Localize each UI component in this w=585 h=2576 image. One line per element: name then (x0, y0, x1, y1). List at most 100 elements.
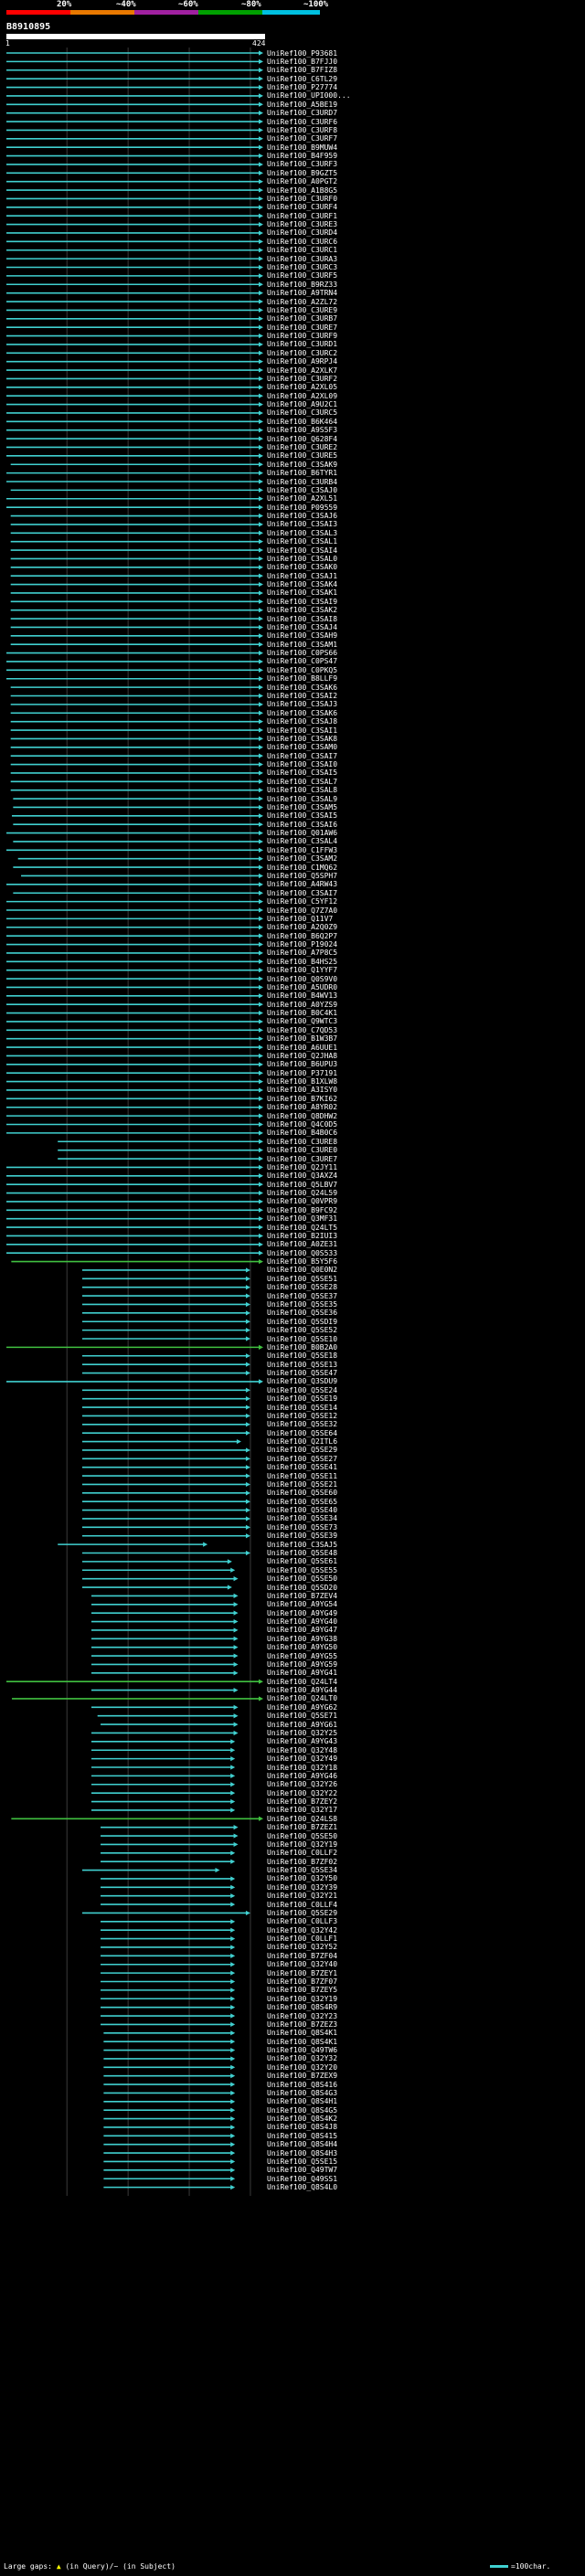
hit-accession-link[interactable]: UniRef100_Q5SPH7 (267, 872, 337, 880)
hit-accession-link[interactable]: UniRef100_Q32Y40 (267, 1960, 337, 1968)
hit-accession-link[interactable]: UniRef100_A9YG62 (267, 1703, 337, 1712)
hit-accession-link[interactable]: UniRef100_B7ZEZ3 (267, 2020, 337, 2029)
hit-accession-link[interactable]: UniRef100_A9YG50 (267, 1643, 337, 1651)
hit-accession-link[interactable]: UniRef100_Q32Y19 (267, 1995, 337, 2003)
hit-accession-link[interactable]: UniRef100_C3SAM5 (267, 803, 337, 811)
hit-accession-link[interactable]: UniRef100_Q01AW6 (267, 829, 337, 837)
hit-accession-link[interactable]: UniRef100_Q5SE14 (267, 1404, 337, 1412)
hit-accession-link[interactable]: UniRef100_C3URF3 (267, 160, 337, 168)
hit-accession-link[interactable]: UniRef100_B4F959 (267, 152, 337, 160)
hit-accession-link[interactable]: UniRef100_C3SAL9 (267, 795, 337, 803)
hit-accession-link[interactable]: UniRef100_C3URF7 (267, 134, 337, 143)
hit-accession-link[interactable]: UniRef100_A9YG44 (267, 1686, 337, 1694)
hit-accession-link[interactable]: UniRef100_Q5SE71 (267, 1712, 337, 1720)
hit-accession-link[interactable]: UniRef100_Q3MF31 (267, 1214, 337, 1223)
hit-accession-link[interactable]: UniRef100_Q5SE24 (267, 1386, 337, 1394)
hit-accession-link[interactable]: UniRef100_P37191 (267, 1069, 337, 1077)
hit-accession-link[interactable]: UniRef100_C3URF1 (267, 212, 337, 220)
hit-accession-link[interactable]: UniRef100_C3SAJ4 (267, 623, 337, 631)
hit-accession-link[interactable]: UniRef100_A4RW43 (267, 880, 337, 888)
hit-accession-link[interactable]: UniRef100_C0LLF2 (267, 1849, 337, 1857)
hit-accession-link[interactable]: UniRef100_C3SAI1 (267, 726, 337, 735)
hit-accession-link[interactable]: UniRef100_Q5SE21 (267, 1480, 337, 1489)
hit-accession-link[interactable]: UniRef100_Q5SE34 (267, 1514, 337, 1522)
hit-accession-link[interactable]: UniRef100_C3SAK0 (267, 563, 337, 571)
hit-accession-link[interactable]: UniRef100_Q8S415 (267, 2132, 337, 2140)
hit-accession-link[interactable]: UniRef100_Q49SS1 (267, 2175, 337, 2183)
hit-accession-link[interactable]: UniRef100_C0PKQ5 (267, 666, 337, 674)
hit-accession-link[interactable]: UniRef100_Q7Z7A0 (267, 906, 337, 915)
hit-accession-link[interactable]: UniRef100_C3URE9 (267, 306, 337, 314)
hit-accession-link[interactable]: UniRef100_Q32Y21 (267, 1892, 337, 1900)
hit-accession-link[interactable]: UniRef100_C3URE5 (267, 451, 337, 460)
hit-accession-link[interactable]: UniRef100_B1W3B7 (267, 1034, 337, 1043)
hit-accession-link[interactable]: UniRef100_C3SAJ3 (267, 700, 337, 708)
hit-accession-link[interactable]: UniRef100_C0PS47 (267, 657, 337, 665)
hit-accession-link[interactable]: UniRef100_Q24LT4 (267, 1678, 337, 1686)
hit-accession-link[interactable]: UniRef100_B7ZF04 (267, 1952, 337, 1960)
hit-accession-link[interactable]: UniRef100_C3URF5 (267, 271, 337, 280)
hit-accession-link[interactable]: UniRef100_Q8S4K2 (267, 2115, 337, 2123)
hit-accession-link[interactable]: UniRef100_Q8S416 (267, 2081, 337, 2089)
hit-accession-link[interactable]: UniRef100_C3URF4 (267, 203, 337, 211)
hit-accession-link[interactable]: UniRef100_C3URF0 (267, 195, 337, 203)
hit-accession-link[interactable]: UniRef100_Q32Y25 (267, 1729, 337, 1737)
hit-accession-link[interactable]: UniRef100_Q628F4 (267, 435, 337, 443)
hit-accession-link[interactable]: UniRef100_B9RZ33 (267, 281, 337, 289)
hit-accession-link[interactable]: UniRef100_B6UPU3 (267, 1060, 337, 1068)
hit-accession-link[interactable]: UniRef100_C3URC5 (267, 408, 337, 417)
hit-accession-link[interactable]: UniRef100_A9YG38 (267, 1635, 337, 1643)
hit-accession-link[interactable]: UniRef100_C3URC3 (267, 263, 337, 271)
hit-accession-link[interactable]: UniRef100_C3SAM2 (267, 854, 337, 863)
hit-accession-link[interactable]: UniRef100_Q5SE55 (267, 1566, 337, 1574)
hit-accession-link[interactable]: UniRef100_Q32Y26 (267, 1780, 337, 1788)
hit-accession-link[interactable]: UniRef100_B7ZEZ1 (267, 1823, 337, 1831)
hit-accession-link[interactable]: UniRef100_Q8S4J8 (267, 2123, 337, 2131)
hit-accession-link[interactable]: UniRef100_C3SAJ8 (267, 717, 337, 726)
hit-accession-link[interactable]: UniRef100_Q5SE11 (267, 1472, 337, 1480)
hit-accession-link[interactable]: UniRef100_C3SAI5 (267, 811, 337, 820)
hit-accession-link[interactable]: UniRef100_C1MQ62 (267, 864, 337, 872)
hit-accession-link[interactable]: UniRef100_Q32Y23 (267, 2012, 337, 2020)
hit-accession-link[interactable]: UniRef100_C3SAL0 (267, 555, 337, 563)
hit-accession-link[interactable]: UniRef100_A0YZS9 (267, 1001, 337, 1009)
hit-accession-link[interactable]: UniRef100_Q5SE61 (267, 1557, 337, 1565)
hit-accession-link[interactable]: UniRef100_Q5SE51 (267, 1275, 337, 1283)
hit-accession-link[interactable]: UniRef100_Q24LS8 (267, 1815, 337, 1823)
hit-accession-link[interactable]: UniRef100_C3SAI5 (267, 769, 337, 777)
hit-accession-link[interactable]: UniRef100_B7ZEV4 (267, 1592, 337, 1600)
hit-accession-link[interactable]: UniRef100_C3URE3 (267, 220, 337, 228)
hit-accession-link[interactable]: UniRef100_P93681 (267, 49, 337, 58)
hit-accession-link[interactable]: UniRef100_A9YG55 (267, 1652, 337, 1660)
hit-accession-link[interactable]: UniRef100_A0ZE31 (267, 1240, 337, 1248)
hit-accession-link[interactable]: UniRef100_A9YG46 (267, 1772, 337, 1780)
hit-accession-link[interactable]: UniRef100_Q8S4H1 (267, 2097, 337, 2105)
hit-accession-link[interactable]: UniRef100_Q0E0N2 (267, 1266, 337, 1274)
hit-accession-link[interactable]: UniRef100_C3SAL1 (267, 537, 337, 546)
hit-accession-link[interactable]: UniRef100_C3SAJ6 (267, 512, 337, 520)
hit-accession-link[interactable]: UniRef100_Q5SE29 (267, 1909, 337, 1917)
hit-accession-link[interactable]: UniRef100_C3SAI6 (267, 821, 337, 829)
hit-accession-link[interactable]: UniRef100_C3URE7 (267, 1155, 337, 1163)
hit-accession-link[interactable]: UniRef100_A0PGT2 (267, 177, 337, 186)
hit-accession-link[interactable]: UniRef100_C3SAL8 (267, 786, 337, 794)
hit-accession-link[interactable]: UniRef100_A3ISY0 (267, 1086, 337, 1094)
hit-accession-link[interactable]: UniRef100_C0LLF4 (267, 1901, 337, 1909)
hit-accession-link[interactable]: UniRef100_B5Y5F6 (267, 1257, 337, 1266)
hit-accession-link[interactable]: UniRef100_Q5SE41 (267, 1463, 337, 1471)
hit-accession-link[interactable]: UniRef100_Q32Y18 (267, 1764, 337, 1772)
hit-accession-link[interactable]: UniRef100_C3URF9 (267, 332, 337, 340)
hit-accession-link[interactable]: UniRef100_Q5SE18 (267, 1352, 337, 1360)
hit-accession-link[interactable]: UniRef100_C3SAH9 (267, 631, 337, 640)
hit-accession-link[interactable]: UniRef100_B9FC92 (267, 1206, 337, 1214)
hit-accession-link[interactable]: UniRef100_Q5SE37 (267, 1292, 337, 1300)
hit-accession-link[interactable]: UniRef100_Q5SE40 (267, 1506, 337, 1514)
hit-accession-link[interactable]: UniRef100_C0PS66 (267, 649, 337, 657)
hit-accession-link[interactable]: UniRef100_A9YG59 (267, 1660, 337, 1669)
hit-accession-link[interactable]: UniRef100_C5YF12 (267, 897, 337, 906)
hit-accession-link[interactable]: UniRef100_C3URD1 (267, 340, 337, 348)
hit-accession-link[interactable]: UniRef100_C3SAK9 (267, 461, 337, 469)
hit-accession-link[interactable]: UniRef100_Q5SDI9 (267, 1318, 337, 1326)
hit-accession-link[interactable]: UniRef100_Q4C0D5 (267, 1120, 337, 1129)
hit-accession-link[interactable]: UniRef100_Q32Y42 (267, 1926, 337, 1935)
